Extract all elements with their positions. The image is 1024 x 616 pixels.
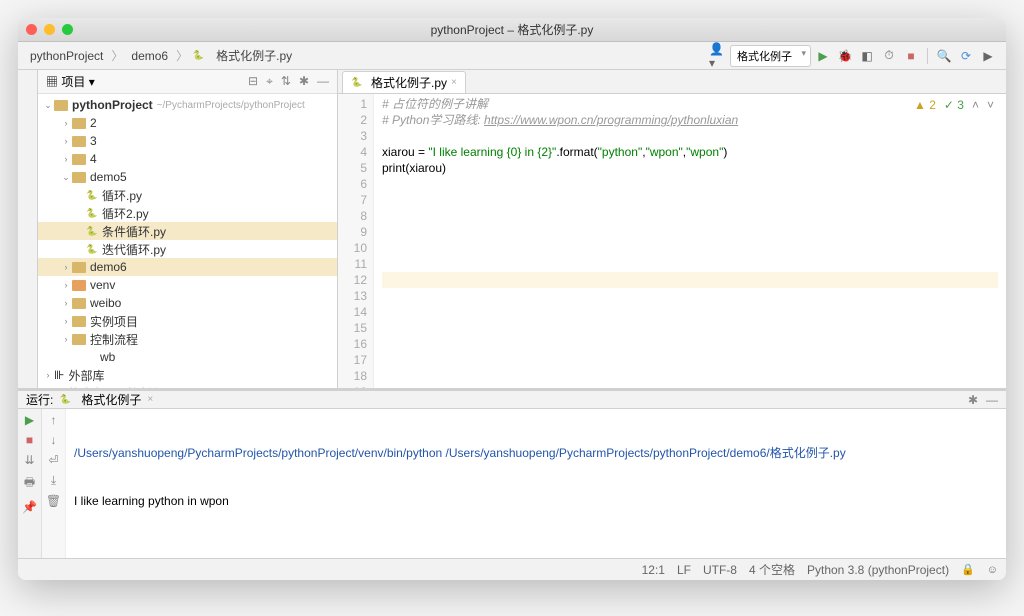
scroll-icon[interactable]: ⤓	[51, 473, 56, 488]
run-label: 运行:	[26, 391, 53, 408]
python-icon: 🐍	[59, 394, 71, 406]
hide-icon[interactable]: —	[986, 393, 998, 407]
hide-icon[interactable]: —	[317, 74, 329, 89]
project-tree[interactable]: ⌄pythonProject~/PycharmProjects/pythonPr…	[38, 94, 337, 388]
search-icon[interactable]: 🔍	[935, 47, 953, 65]
tree-item[interactable]: ›实例项目	[38, 312, 337, 330]
debug-button[interactable]: 🐞	[836, 47, 854, 65]
expand-icon[interactable]: ⇅	[281, 74, 291, 89]
editor-area: 🐍 格式化例子.py × 123456789101112131415161718…	[338, 70, 1006, 388]
python-icon: 🐍	[351, 77, 363, 89]
profile-button[interactable]: ⏱	[880, 47, 898, 65]
tree-item[interactable]: ›venv	[38, 276, 337, 294]
line-separator[interactable]: LF	[677, 563, 691, 577]
breadcrumb[interactable]: pythonProject 〉 demo6 〉 🐍 格式化例子.py	[26, 45, 706, 66]
tree-item[interactable]: ›4	[38, 150, 337, 168]
warnings-badge[interactable]: ▲ 2	[914, 98, 936, 112]
window-title: pythonProject – 格式化例子.py	[18, 21, 1006, 38]
up-icon[interactable]: ↑	[51, 413, 57, 427]
chevron-up-icon[interactable]: ˄	[972, 98, 979, 112]
breadcrumb-item[interactable]: pythonProject	[26, 47, 107, 65]
layout-icon[interactable]: ⇊	[24, 453, 34, 467]
ide-menu-icon[interactable]: ▶	[979, 47, 997, 65]
code-editor[interactable]: 12345678910111213141516171819 # 占位符的例子讲解…	[338, 94, 1006, 388]
tree-item[interactable]: wb	[38, 348, 337, 366]
run-tab[interactable]: 格式化例子	[81, 391, 141, 408]
collapse-icon[interactable]: ⊟	[248, 74, 258, 89]
main-toolbar: pythonProject 〉 demo6 〉 🐍 格式化例子.py 👤▾ 格式…	[18, 42, 1006, 70]
print-icon[interactable]: 🖶	[24, 473, 35, 494]
file-encoding[interactable]: UTF-8	[703, 563, 737, 577]
chevron-down-icon[interactable]: ˅	[987, 98, 994, 112]
stop-icon[interactable]: ■	[26, 433, 33, 447]
tree-item[interactable]: 🐍迭代循环.py	[38, 240, 337, 258]
run-actions-gutter: ▶ ■ ⇊ 🖶 📌	[18, 409, 42, 580]
stop-button[interactable]: ■	[902, 47, 920, 65]
tree-external-libs[interactable]: ›⊪外部库	[38, 366, 337, 384]
breadcrumb-item[interactable]: demo6	[127, 47, 172, 65]
checks-badge[interactable]: ✓ 3	[944, 98, 964, 112]
editor-inspections[interactable]: ▲ 2 ✓ 3 ˄ ˅	[914, 98, 994, 112]
select-opened-icon[interactable]: ⌖	[266, 74, 273, 89]
caret-position[interactable]: 12:1	[642, 563, 665, 577]
tab-label: 格式化例子.py	[371, 74, 447, 91]
code-content[interactable]: # 占位符的例子讲解# Python学习路线: https://www.wpon…	[374, 94, 1006, 388]
editor-tab[interactable]: 🐍 格式化例子.py ×	[342, 71, 466, 93]
python-icon: 🐍	[192, 50, 204, 62]
status-bar: 12:1 LF UTF-8 4 个空格 Python 3.8 (pythonPr…	[18, 558, 1006, 580]
window-controls	[26, 24, 73, 35]
ide-window: pythonProject – 格式化例子.py pythonProject 〉…	[18, 18, 1006, 580]
sync-icon[interactable]: ⟳	[957, 47, 975, 65]
editor-tabs: 🐍 格式化例子.py ×	[338, 70, 1006, 94]
gear-icon[interactable]: ✱	[968, 393, 978, 407]
run-config-select[interactable]: 格式化例子	[730, 45, 811, 67]
maximize-icon[interactable]	[62, 24, 73, 35]
close-tab-icon[interactable]: ×	[451, 77, 457, 88]
console-actions-gutter: ↑ ↓ ⏎ ⤓ 🗑	[42, 409, 66, 580]
command-path: /Users/yanshuopeng/PycharmProjects/pytho…	[74, 445, 998, 461]
down-icon[interactable]: ↓	[51, 433, 57, 447]
chevron-icon: 〉	[111, 47, 123, 64]
minimize-icon[interactable]	[44, 24, 55, 35]
chevron-icon: 〉	[176, 47, 188, 64]
line-gutter: 12345678910111213141516171819	[338, 94, 374, 388]
trash-icon[interactable]: 🗑	[46, 494, 61, 508]
indent-setting[interactable]: 4 个空格	[749, 561, 795, 578]
left-tool-stripe[interactable]	[18, 70, 38, 388]
stdout-line: I like learning python in wpon	[74, 493, 998, 509]
breadcrumb-item[interactable]: 格式化例子.py	[212, 45, 296, 66]
tree-root[interactable]: ⌄pythonProject~/PycharmProjects/pythonPr…	[38, 96, 337, 114]
close-run-tab-icon[interactable]: ×	[147, 394, 153, 405]
coverage-button[interactable]: ◧	[858, 47, 876, 65]
inspector-icon[interactable]: ☺	[987, 564, 998, 576]
sidebar-header: ▦ 项目 ▾ ⊟ ⌖ ⇅ ✱ —	[38, 70, 337, 94]
wrap-icon[interactable]: ⏎	[48, 453, 58, 467]
run-button[interactable]: ▶	[814, 47, 832, 65]
console-output[interactable]: /Users/yanshuopeng/PycharmProjects/pytho…	[66, 409, 1006, 580]
titlebar: pythonProject – 格式化例子.py	[18, 18, 1006, 42]
tree-item[interactable]: 🐍条件循环.py	[38, 222, 337, 240]
run-header: 运行: 🐍 格式化例子 × ✱ —	[18, 391, 1006, 409]
close-icon[interactable]	[26, 24, 37, 35]
pin-icon[interactable]: 📌	[22, 500, 37, 514]
tree-item[interactable]: ⌄demo5	[38, 168, 337, 186]
tree-item[interactable]: ›控制流程	[38, 330, 337, 348]
tree-item[interactable]: ›2	[38, 114, 337, 132]
settings-icon[interactable]: ✱	[299, 74, 309, 89]
rerun-icon[interactable]: ▶	[25, 413, 34, 427]
tree-item[interactable]: ›demo6	[38, 258, 337, 276]
run-tool-window: 运行: 🐍 格式化例子 × ✱ — ▶ ■ ⇊ 🖶 📌 ↑ ↓ ⏎ ⤓ 🗑	[18, 388, 1006, 558]
user-icon[interactable]: 👤▾	[709, 47, 727, 65]
project-combo[interactable]: ▦ 项目 ▾	[46, 73, 95, 90]
interpreter[interactable]: Python 3.8 (pythonProject)	[807, 563, 949, 577]
project-sidebar: ▦ 项目 ▾ ⊟ ⌖ ⇅ ✱ — ⌄pythonProject~/Pycharm…	[38, 70, 338, 388]
tree-item[interactable]: ›3	[38, 132, 337, 150]
tree-item[interactable]: ›weibo	[38, 294, 337, 312]
tree-item[interactable]: 🐍循环2.py	[38, 204, 337, 222]
lock-icon[interactable]: 🔒	[961, 563, 975, 576]
tree-item[interactable]: 🐍循环.py	[38, 186, 337, 204]
